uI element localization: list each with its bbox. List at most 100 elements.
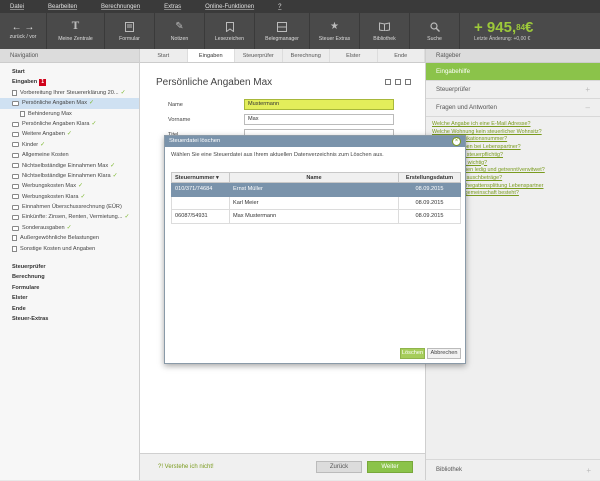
tab-ende[interactable]: Ende: [378, 49, 425, 62]
firstname-row: Vorname Max: [168, 114, 394, 125]
plus-icon: +: [586, 466, 591, 475]
navigation-panel: Navigation Start Eingaben 1 Vorbereitung Ih…: [0, 49, 140, 480]
nav-item[interactable]: Sonderausgaben ✓: [0, 223, 139, 233]
tax-extras-button[interactable]: ★ Steuer Extras: [310, 13, 360, 49]
form-button[interactable]: Formular: [105, 13, 155, 49]
search-label: Suche: [427, 35, 442, 42]
section-library[interactable]: Bibliothek +: [426, 459, 600, 480]
nav-item[interactable]: Einnahmen Überschussrechnung (EÜR): [0, 202, 139, 212]
nav-item-label: Außergewöhnliche Belastungen: [20, 235, 99, 242]
nav-item[interactable]: Nichtselbständige Einnahmen Max ✓: [0, 161, 139, 171]
column-header-name[interactable]: Name: [229, 172, 399, 183]
tab-berechnung[interactable]: Berechnung: [283, 49, 330, 62]
nav-item[interactable]: Einkünfte: Zinsen, Renten, Vermietung...…: [0, 212, 139, 222]
nav-item[interactable]: Steuer-Extras: [0, 314, 139, 324]
nav-item[interactable]: Eingaben 1: [0, 77, 139, 87]
menu-bearbeiten[interactable]: Bearbeiten: [48, 4, 77, 10]
bookmark-icon[interactable]: [395, 79, 401, 85]
nav-item[interactable]: Kinder ✓: [0, 140, 139, 150]
delete-button[interactable]: Löschen: [400, 348, 425, 359]
section-faq[interactable]: Fragen und Antworten –: [426, 99, 600, 117]
folder-icon: [12, 121, 19, 127]
nav-item[interactable]: Weitere Angaben ✓: [0, 129, 139, 139]
nav-item-label: Nichtselbständige Einnahmen Max: [22, 162, 109, 169]
navigation-tree: Start Eingaben 1 Vorbereitung Ihrer Steuere…: [0, 63, 139, 324]
menu-online-funktionen[interactable]: Online-Funktionen: [205, 4, 254, 10]
next-button[interactable]: Weiter: [367, 461, 413, 473]
list-icon[interactable]: [405, 79, 411, 85]
column-header-steuernummer[interactable]: Steuernummer ▾: [171, 172, 230, 183]
menu-help[interactable]: ?: [278, 4, 281, 10]
section-steuerpruefer[interactable]: Steuerprüfer +: [426, 81, 600, 99]
document-icon: [20, 110, 25, 117]
nav-item[interactable]: Persönliche Angaben Max ✓: [0, 98, 139, 109]
nav-item[interactable]: Start: [0, 67, 139, 77]
checkmark-icon: ✓: [78, 183, 84, 190]
nav-item-label: Sonstige Kosten und Angaben: [20, 245, 96, 252]
table-row[interactable]: Karl Meier 08.09.2015: [171, 195, 461, 210]
back-button[interactable]: Zurück: [316, 461, 362, 473]
firstname-field[interactable]: Max: [244, 114, 394, 125]
column-header-date[interactable]: Erstellungsdatum: [398, 172, 461, 183]
dialog-instruction: Wählen Sie eine Steuerdatei aus Ihrem ak…: [171, 152, 384, 158]
cell-steuernummer: [171, 195, 230, 210]
menu-bar: Datei Bearbeiten Berechnungen Extras Onl…: [0, 0, 600, 13]
back-forward-button[interactable]: ← → zurück / vor: [0, 13, 47, 49]
my-center-label: Meine Zentrale: [58, 35, 93, 42]
nav-item-label: Elster: [12, 295, 28, 302]
nav-item[interactable]: Berechnung: [0, 272, 139, 282]
checkmark-icon: ✓: [40, 141, 46, 148]
tab-start[interactable]: Start: [140, 49, 188, 62]
cancel-button[interactable]: Abbrechen: [427, 348, 461, 359]
nav-item[interactable]: Allgemeine Kosten: [0, 150, 139, 160]
dialog-title: Steuerdatei löschen: [169, 138, 221, 144]
nav-item[interactable]: Werbungskosten Klara ✓: [0, 192, 139, 202]
close-icon[interactable]: ×: [452, 137, 461, 146]
back-forward-label: zurück / vor: [9, 34, 37, 40]
nav-item[interactable]: Steuerprüfer: [0, 262, 139, 272]
folder-icon: [12, 183, 19, 189]
tab-eingaben[interactable]: Eingaben: [187, 49, 235, 62]
nav-item[interactable]: Werbungskosten Max ✓: [0, 181, 139, 191]
page-title-icons: [385, 79, 411, 85]
table-row[interactable]: 06087/54931 Max Mustermann 08.09.2015: [171, 209, 461, 224]
help-link[interactable]: ?! Verstehe ich nicht!: [158, 464, 214, 470]
nav-item[interactable]: Ende: [0, 304, 139, 314]
nav-item[interactable]: Sonstige Kosten und Angaben: [0, 244, 139, 254]
bookmark-icon: [224, 21, 236, 33]
name-row: Name Mustermann: [168, 99, 394, 110]
nav-item[interactable]: Elster: [0, 293, 139, 303]
minus-icon: –: [585, 103, 590, 112]
nav-item[interactable]: Außergewöhnliche Belastungen: [0, 233, 139, 243]
notes-button[interactable]: ✎ Notizen: [155, 13, 205, 49]
document-icon: [12, 89, 17, 96]
nav-item[interactable]: Behinderung Max: [0, 109, 139, 119]
nav-item[interactable]: Formulare: [0, 283, 139, 293]
receipt-manager-button[interactable]: Belegmanager: [255, 13, 310, 49]
note-icon[interactable]: [385, 79, 391, 85]
search-icon: [429, 21, 441, 33]
bookmarks-button[interactable]: Lesezeichen: [205, 13, 255, 49]
menu-extras[interactable]: Extras: [164, 4, 181, 10]
nav-item[interactable]: Vorbereitung Ihrer Steuererklärung 20...…: [0, 88, 139, 98]
table-row[interactable]: 010/371/74684 Ernst Müller 08.09.2015: [171, 182, 461, 197]
tab-steuerpruefer[interactable]: Steuerprüfer: [235, 49, 283, 62]
section-library-label: Bibliothek: [436, 467, 463, 473]
nav-item[interactable]: Nichtselbständige Einnahmen Klara ✓: [0, 171, 139, 181]
checkmark-icon: ✓: [66, 131, 72, 138]
receipt-manager-label: Belegmanager: [265, 35, 299, 42]
delete-taxfile-dialog: Steuerdatei löschen × Wählen Sie eine St…: [164, 135, 466, 364]
search-button[interactable]: Suche: [410, 13, 460, 49]
name-field[interactable]: Mustermann: [244, 99, 394, 110]
nav-item[interactable]: Persönliche Angaben Klara ✓: [0, 119, 139, 129]
faq-link[interactable]: Welche Angabe ich eine E-Mail Adresse?: [432, 121, 590, 129]
folder-icon: [12, 142, 19, 148]
menu-berechnungen[interactable]: Berechnungen: [101, 4, 140, 10]
library-button[interactable]: Bibliothek: [360, 13, 410, 49]
receipt-icon: [276, 21, 288, 33]
tab-elster[interactable]: Elster: [330, 49, 378, 62]
menu-datei[interactable]: Datei: [10, 4, 24, 10]
my-center-button[interactable]: T Meine Zentrale: [47, 13, 105, 49]
section-eingabehilfe[interactable]: Eingabehilfe: [426, 63, 600, 81]
cell-steuernummer: 06087/54931: [171, 209, 230, 224]
